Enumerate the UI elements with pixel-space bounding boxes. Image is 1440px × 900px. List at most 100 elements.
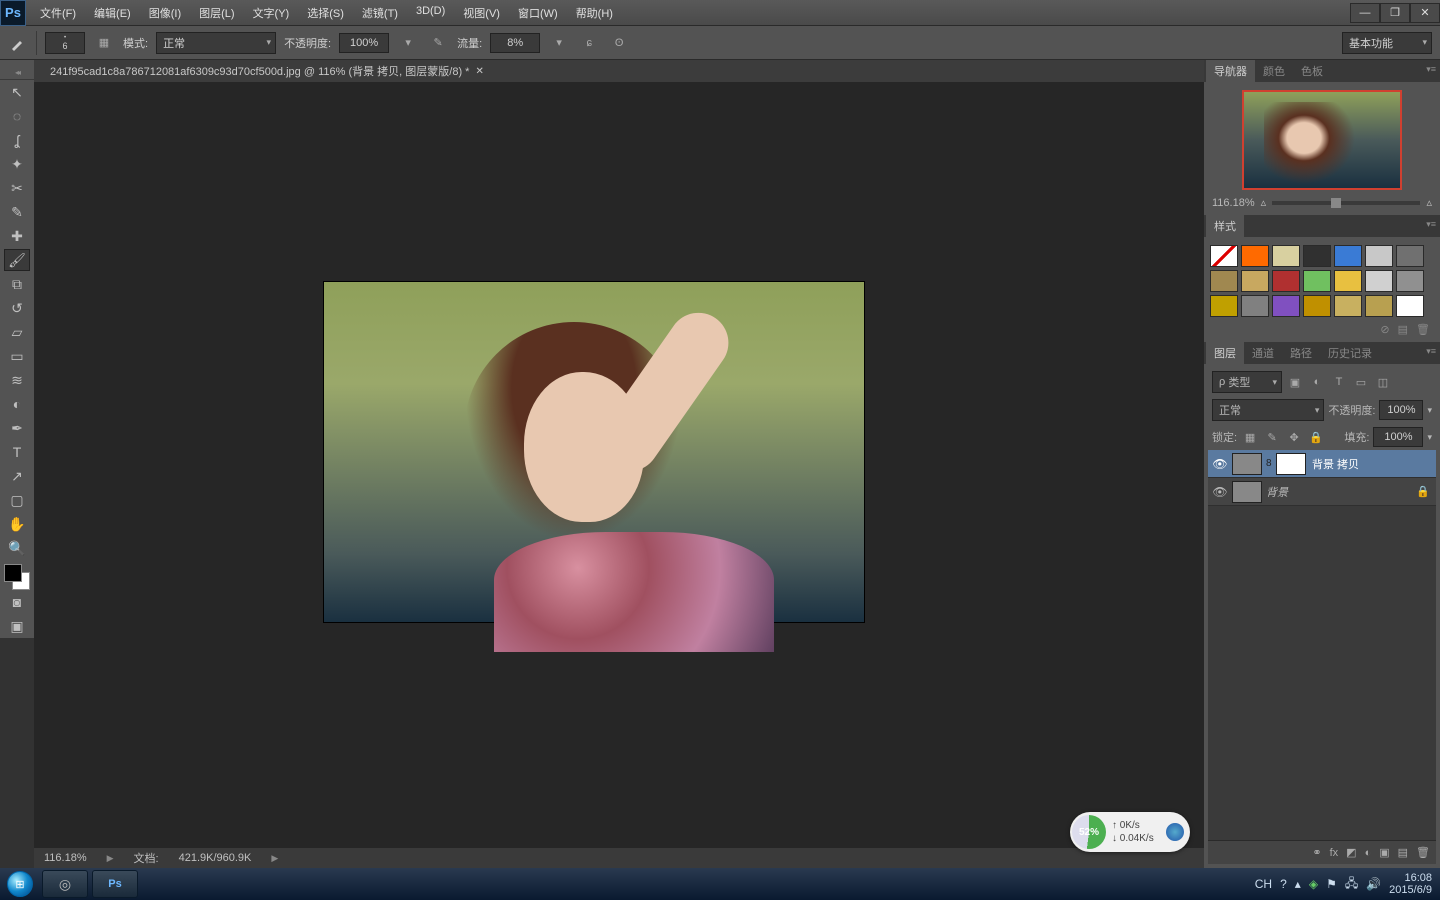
tray-chevron-icon[interactable]: ▴ xyxy=(1295,877,1301,891)
tool-gradient[interactable]: ▭ xyxy=(4,345,30,367)
panel-menu-icon[interactable]: ▾≡ xyxy=(1426,346,1436,357)
lock-move-icon[interactable]: ✥ xyxy=(1285,428,1303,446)
style-swatch[interactable] xyxy=(1396,270,1424,292)
layer-blend-mode[interactable]: 正常 xyxy=(1212,399,1324,421)
tool-zoom[interactable]: 🔍 xyxy=(4,537,30,559)
current-tool-icon[interactable] xyxy=(8,33,28,53)
tab-layers[interactable]: 图层 xyxy=(1206,342,1244,364)
new-style-icon[interactable]: ▤ xyxy=(1398,323,1408,336)
tool-path-select[interactable]: ↗ xyxy=(4,465,30,487)
style-swatch[interactable] xyxy=(1365,270,1393,292)
dropdown-arrow-icon[interactable]: ▾ xyxy=(1427,405,1432,416)
status-menu-icon[interactable]: ▶ xyxy=(271,853,278,864)
adjustment-layer-icon[interactable]: ◐ xyxy=(1365,847,1372,859)
style-swatch[interactable] xyxy=(1241,245,1269,267)
layer-name[interactable]: 背景 拷贝 xyxy=(1312,456,1359,472)
style-swatch[interactable] xyxy=(1272,245,1300,267)
new-layer-icon[interactable]: ▤ xyxy=(1398,846,1408,859)
style-swatch[interactable] xyxy=(1210,295,1238,317)
link-layers-icon[interactable]: ⚭ xyxy=(1312,846,1321,859)
style-swatch[interactable] xyxy=(1334,245,1362,267)
filter-image-icon[interactable]: ▣ xyxy=(1286,373,1304,391)
add-mask-icon[interactable]: ◩ xyxy=(1346,846,1356,859)
lock-transparent-icon[interactable]: ▦ xyxy=(1241,428,1259,446)
menu-filter[interactable]: 滤镜(T) xyxy=(354,1,406,25)
delete-layer-icon[interactable]: 🗑 xyxy=(1416,846,1430,859)
layers-list[interactable]: 👁8背景 拷贝👁背景🔒 xyxy=(1208,450,1436,840)
menu-view[interactable]: 视图(V) xyxy=(455,1,508,25)
dropdown-arrow-icon[interactable]: ▾ xyxy=(1427,432,1432,443)
layer-row[interactable]: 👁 8 背景 拷贝 xyxy=(1208,450,1436,478)
navigator-zoom-value[interactable]: 116.18% xyxy=(1212,197,1255,209)
tray-help-icon[interactable]: ? xyxy=(1280,877,1287,891)
status-arrow-icon[interactable]: ▶ xyxy=(107,853,114,864)
document-canvas[interactable] xyxy=(324,282,864,622)
tool-screenmode[interactable]: ▣ xyxy=(4,615,30,637)
start-button[interactable]: ⊞ xyxy=(0,868,40,900)
blend-mode-dropdown[interactable]: 正常 xyxy=(156,32,276,54)
tray-shield-icon[interactable]: ◈ xyxy=(1309,877,1318,891)
tool-eyedropper[interactable]: ✎ xyxy=(4,201,30,223)
style-swatch[interactable] xyxy=(1241,270,1269,292)
tool-shape[interactable]: ▢ xyxy=(4,489,30,511)
filter-adjust-icon[interactable]: ◐ xyxy=(1308,373,1326,391)
tray-flag-icon[interactable]: ⚑ xyxy=(1326,877,1337,891)
taskbar-clock[interactable]: 16:08 2015/6/9 xyxy=(1389,872,1432,896)
filter-type-icon[interactable]: T xyxy=(1330,373,1348,391)
canvas-area[interactable] xyxy=(34,82,1204,848)
zoom-out-icon[interactable]: ▵ xyxy=(1261,196,1267,209)
tool-pen[interactable]: ✒ xyxy=(4,417,30,439)
no-style-icon[interactable]: ⊘ xyxy=(1380,323,1389,336)
style-swatch[interactable] xyxy=(1272,295,1300,317)
tool-type[interactable]: T xyxy=(4,441,30,463)
lock-all-icon[interactable]: 🔒 xyxy=(1307,428,1325,446)
style-swatch[interactable] xyxy=(1334,270,1362,292)
layer-visibility-icon[interactable]: 👁 xyxy=(1208,485,1232,499)
tool-blur[interactable]: ≋ xyxy=(4,369,30,391)
style-swatch[interactable] xyxy=(1241,295,1269,317)
tool-stamp[interactable]: ⧉ xyxy=(4,273,30,295)
group-icon[interactable]: ▣ xyxy=(1379,846,1389,859)
layer-kind-filter[interactable]: ρ 类型 xyxy=(1212,371,1282,393)
tab-swatches[interactable]: 色板 xyxy=(1293,60,1331,82)
brush-panel-toggle-icon[interactable]: ▦ xyxy=(93,32,115,54)
style-swatch[interactable] xyxy=(1396,295,1424,317)
fill-input[interactable] xyxy=(1373,427,1423,447)
tray-volume-icon[interactable]: 🔊 xyxy=(1366,877,1381,891)
layer-name[interactable]: 背景 xyxy=(1266,484,1288,500)
tool-move[interactable]: ↖ xyxy=(4,81,30,103)
style-swatch[interactable] xyxy=(1303,295,1331,317)
tool-eraser[interactable]: ▱ xyxy=(4,321,30,343)
style-swatch[interactable] xyxy=(1334,295,1362,317)
flow-dropdown-icon[interactable]: ▾ xyxy=(548,32,570,54)
window-close[interactable]: ✕ xyxy=(1410,3,1440,23)
pressure-opacity-icon[interactable]: ✎ xyxy=(427,32,449,54)
tab-channels[interactable]: 通道 xyxy=(1244,342,1282,364)
style-swatch[interactable] xyxy=(1365,295,1393,317)
fx-icon[interactable]: fx xyxy=(1330,847,1339,859)
filter-shape-icon[interactable]: ▭ xyxy=(1352,373,1370,391)
window-minimize[interactable]: — xyxy=(1350,3,1380,23)
menu-image[interactable]: 图像(I) xyxy=(141,1,189,25)
taskbar-app-1[interactable]: ◎ xyxy=(42,870,88,898)
layer-visibility-icon[interactable]: 👁 xyxy=(1208,457,1232,471)
layer-row[interactable]: 👁背景🔒 xyxy=(1208,478,1436,506)
tool-wand[interactable]: ✦ xyxy=(4,153,30,175)
tool-quickmask[interactable]: ◙ xyxy=(4,591,30,613)
tool-history-brush[interactable]: ↺ xyxy=(4,297,30,319)
brush-size-picker[interactable]: 6 xyxy=(45,32,85,54)
close-tab-icon[interactable]: ✕ xyxy=(475,66,483,77)
menu-3d[interactable]: 3D(D) xyxy=(408,1,453,25)
foreground-color-swatch[interactable] xyxy=(4,564,22,582)
menu-window[interactable]: 窗口(W) xyxy=(510,1,566,25)
menu-select[interactable]: 选择(S) xyxy=(299,1,352,25)
tab-styles[interactable]: 样式 xyxy=(1206,215,1244,237)
mask-link-icon[interactable]: 8 xyxy=(1266,458,1276,469)
opacity-input[interactable] xyxy=(339,33,389,53)
airbrush-icon[interactable]: ɕ xyxy=(578,32,600,54)
tool-heal[interactable]: ✚ xyxy=(4,225,30,247)
menu-type[interactable]: 文字(Y) xyxy=(245,1,298,25)
panel-menu-icon[interactable]: ▾≡ xyxy=(1426,219,1436,230)
window-maximize[interactable]: ❐ xyxy=(1380,3,1410,23)
style-swatch[interactable] xyxy=(1210,270,1238,292)
